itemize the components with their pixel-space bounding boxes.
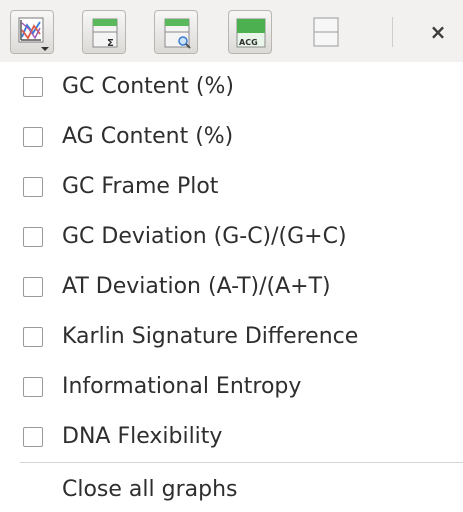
menu-item-label: GC Deviation (G-C)/(G+C) [62, 224, 347, 249]
graph-menu: GC Content (%) AG Content (%) GC Frame P… [0, 62, 463, 512]
menu-item-label: GC Content (%) [62, 74, 234, 99]
dna-flexibility-checkbox[interactable] [23, 427, 43, 447]
graph-toolbar: Σ ACG × [0, 0, 463, 62]
zoom-panel-button[interactable] [154, 10, 198, 54]
split-panel-button[interactable] [304, 10, 348, 54]
zoom-panel-icon [164, 18, 191, 49]
sum-panel-icon: Σ [92, 18, 118, 49]
menu-item-label: GC Frame Plot [62, 174, 219, 199]
close-icon[interactable]: × [426, 20, 450, 44]
menu-item-label: AT Deviation (A-T)/(A+T) [62, 274, 331, 299]
menu-item-gc-content[interactable]: GC Content (%) [0, 62, 463, 112]
gc-deviation-checkbox[interactable] [23, 227, 43, 247]
menu-item-label: Informational Entropy [62, 374, 302, 399]
menu-item-label: DNA Flexibility [62, 424, 223, 449]
toolbar-separator [392, 17, 393, 47]
menu-item-karlin-signature[interactable]: Karlin Signature Difference [0, 312, 463, 362]
gc-frame-plot-checkbox[interactable] [23, 177, 43, 197]
graph-chart-icon [18, 17, 49, 51]
menu-item-label: AG Content (%) [62, 124, 234, 149]
close-all-graphs-label: Close all graphs [62, 477, 238, 502]
acg-glyph: ACG [239, 38, 258, 47]
at-deviation-checkbox[interactable] [23, 277, 43, 297]
menu-item-ag-content[interactable]: AG Content (%) [0, 112, 463, 162]
menu-item-at-deviation[interactable]: AT Deviation (A-T)/(A+T) [0, 262, 463, 312]
close-all-graphs-item[interactable]: Close all graphs [0, 468, 463, 512]
menu-item-informational-entropy[interactable]: Informational Entropy [0, 362, 463, 412]
sigma-glyph: Σ [107, 38, 114, 49]
menu-item-label: Karlin Signature Difference [62, 324, 359, 349]
menu-item-gc-deviation[interactable]: GC Deviation (G-C)/(G+C) [0, 212, 463, 262]
menu-item-dna-flexibility[interactable]: DNA Flexibility [0, 412, 463, 462]
menu-item-gc-frame-plot[interactable]: GC Frame Plot [0, 162, 463, 212]
karlin-signature-checkbox[interactable] [23, 327, 43, 347]
graph-menu-button[interactable] [10, 10, 54, 54]
ag-content-checkbox[interactable] [23, 127, 43, 147]
acg-panel-icon: ACG [236, 18, 266, 48]
menu-divider [20, 462, 463, 463]
gc-content-checkbox[interactable] [23, 77, 43, 97]
acg-panel-button[interactable]: ACG [228, 10, 272, 54]
sum-panel-button[interactable]: Σ [82, 10, 126, 54]
informational-entropy-checkbox[interactable] [23, 377, 43, 397]
split-panel-icon [313, 17, 339, 47]
